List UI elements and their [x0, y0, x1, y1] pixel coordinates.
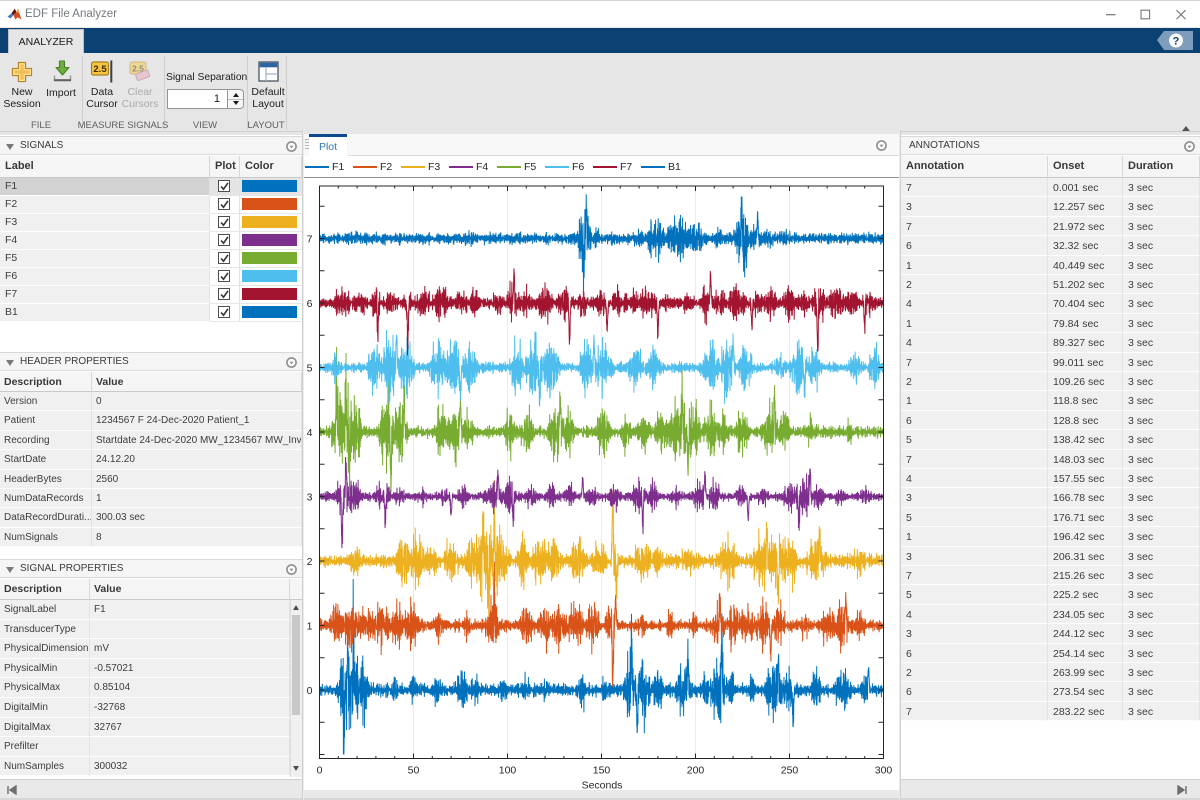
svg-text:?: ?: [1173, 36, 1180, 48]
svg-text:4: 4: [307, 427, 313, 439]
svg-text:0: 0: [317, 765, 323, 777]
svg-text:100: 100: [499, 765, 517, 777]
svg-text:250: 250: [781, 765, 799, 777]
svg-text:200: 200: [687, 765, 705, 777]
svg-text:2: 2: [307, 556, 313, 568]
svg-text:6: 6: [307, 298, 313, 310]
svg-text:1: 1: [307, 621, 313, 633]
svg-text:Seconds: Seconds: [582, 780, 623, 791]
svg-text:300: 300: [875, 765, 893, 777]
svg-text:2.5: 2.5: [93, 64, 107, 75]
svg-text:3: 3: [307, 492, 313, 504]
svg-text:50: 50: [408, 765, 420, 777]
svg-text:150: 150: [593, 765, 611, 777]
svg-text:0: 0: [307, 685, 313, 697]
svg-text:5: 5: [307, 363, 313, 375]
svg-text:7: 7: [307, 234, 313, 246]
